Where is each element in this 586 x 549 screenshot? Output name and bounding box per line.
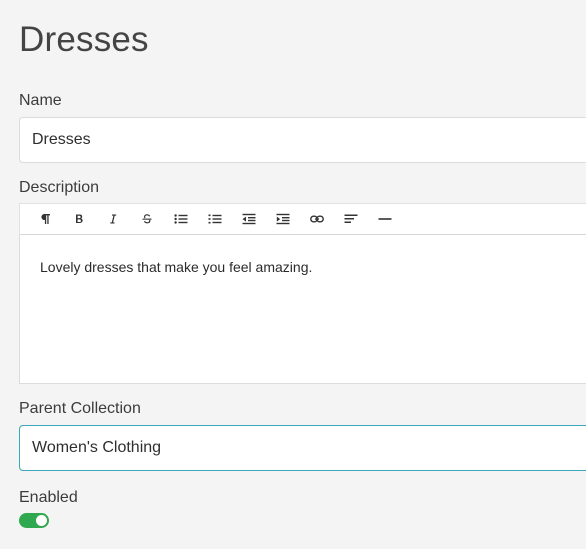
collection-edit-page: Dresses Name Description — [0, 0, 586, 549]
outdent-icon[interactable] — [232, 204, 266, 234]
numbered-list-icon[interactable] — [198, 204, 232, 234]
bullet-list-icon[interactable] — [164, 204, 198, 234]
horizontal-rule-icon[interactable] — [368, 204, 402, 234]
italic-icon[interactable] — [96, 204, 130, 234]
description-label: Description — [19, 179, 100, 196]
description-text: Lovely dresses that make you feel amazin… — [40, 259, 313, 275]
description-editor[interactable]: Lovely dresses that make you feel amazin… — [19, 235, 586, 384]
parent-collection-label: Parent Collection — [19, 400, 141, 417]
page-title: Dresses — [19, 20, 149, 59]
parent-collection-input[interactable] — [19, 425, 586, 471]
name-label: Name — [19, 92, 62, 109]
paragraph-icon[interactable] — [28, 204, 62, 234]
indent-icon[interactable] — [266, 204, 300, 234]
strikethrough-icon[interactable] — [130, 204, 164, 234]
align-left-icon[interactable] — [334, 204, 368, 234]
link-icon[interactable] — [300, 204, 334, 234]
name-input[interactable] — [19, 117, 586, 163]
enabled-label: Enabled — [19, 489, 78, 506]
enabled-toggle[interactable] — [19, 513, 49, 528]
bold-icon[interactable] — [62, 204, 96, 234]
rich-text-toolbar — [19, 203, 586, 235]
toggle-knob — [36, 515, 47, 526]
